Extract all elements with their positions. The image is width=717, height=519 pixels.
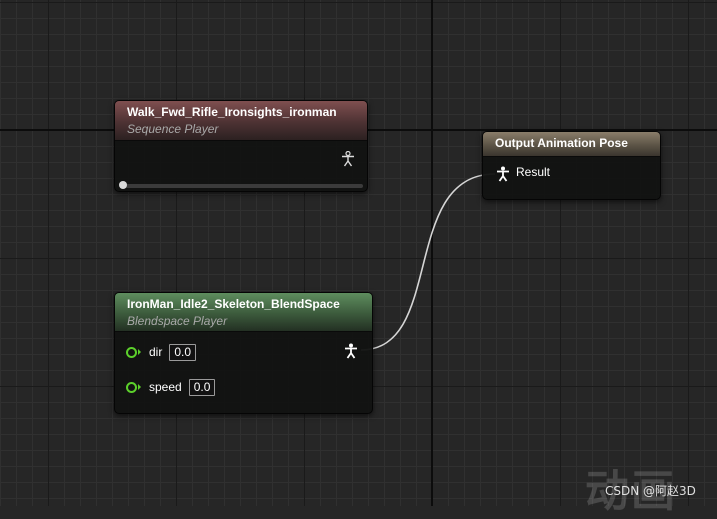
output-animation-pose-node[interactable]: Output Animation Pose Result <box>482 131 661 200</box>
node-subtitle: Blendspace Player <box>127 314 228 328</box>
graph-canvas[interactable] <box>0 0 717 506</box>
speed-value-field[interactable]: 0.0 <box>188 378 216 396</box>
pose-output-pin-icon[interactable] <box>344 343 358 359</box>
pin-arrow-icon <box>138 349 141 355</box>
playback-position-track[interactable] <box>121 184 363 188</box>
node-subtitle: Sequence Player <box>127 122 219 136</box>
pin-label: dir <box>149 345 163 359</box>
playback-position-handle[interactable] <box>119 181 127 189</box>
blendspace-player-node[interactable]: IronMan_Idle2_Skeleton_BlendSpace Blends… <box>114 292 373 414</box>
dir-value-field[interactable]: 0.0 <box>169 343 197 361</box>
node-title: IronMan_Idle2_Skeleton_BlendSpace <box>127 297 340 311</box>
float-pin-icon[interactable] <box>126 346 137 358</box>
output-pose-header[interactable]: Output Animation Pose <box>483 132 660 157</box>
graph-origin-vertical-line <box>431 0 433 506</box>
dir-input-pin[interactable]: dir 0.0 <box>126 343 197 361</box>
node-title: Walk_Fwd_Rifle_Ironsights_ironman <box>127 105 337 119</box>
speed-input-pin[interactable]: speed 0.0 <box>126 378 216 396</box>
pose-input-pin-icon[interactable] <box>496 166 510 182</box>
pin-arrow-icon <box>138 384 141 390</box>
node-title: Output Animation Pose <box>495 136 628 150</box>
sequence-player-header[interactable]: Walk_Fwd_Rifle_Ironsights_ironman Sequen… <box>115 101 367 141</box>
blendspace-player-header[interactable]: IronMan_Idle2_Skeleton_BlendSpace Blends… <box>115 293 372 332</box>
result-pin-label: Result <box>516 165 551 179</box>
pose-output-pin-icon[interactable] <box>341 151 355 167</box>
watermark-credit-text: CSDN @阿赵3D <box>605 484 696 498</box>
float-pin-icon[interactable] <box>126 381 137 393</box>
pin-label: speed <box>149 380 182 394</box>
sequence-player-node[interactable]: Walk_Fwd_Rifle_Ironsights_ironman Sequen… <box>114 100 368 192</box>
